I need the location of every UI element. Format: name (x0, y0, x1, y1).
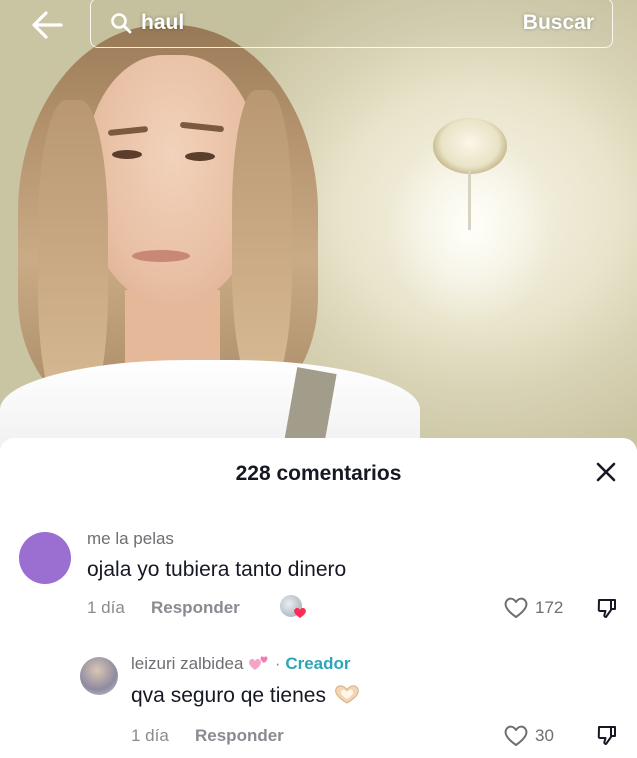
reply-button[interactable]: Responder (195, 726, 284, 746)
mouth (132, 250, 190, 262)
comment-time: 1 día (131, 726, 169, 745)
heart-outline-icon (504, 597, 528, 618)
avatar[interactable] (19, 532, 71, 584)
like-count: 172 (535, 597, 564, 617)
thumbs-down-icon[interactable] (596, 724, 618, 746)
like-button[interactable]: 30 (503, 724, 554, 747)
comment-text-line: qva seguro qe tienes (131, 683, 362, 708)
hair-strand-right (232, 90, 292, 390)
back-button[interactable] (28, 6, 66, 44)
heart-hands-emoji-icon (334, 685, 359, 704)
left-eye (112, 150, 142, 159)
search-submit-button[interactable]: Buscar (523, 11, 594, 35)
avatar[interactable] (80, 657, 118, 695)
right-eye (185, 152, 215, 161)
like-button[interactable]: 172 (503, 596, 563, 619)
ceiling-light (433, 118, 507, 174)
search-query[interactable]: haul (141, 11, 523, 35)
video-frame[interactable] (0, 0, 637, 450)
like-count: 30 (535, 725, 554, 745)
comments-sheet: 228 comentarios me la pelas ojala yo tub… (0, 438, 637, 758)
search-bar[interactable]: haul Buscar (90, 0, 613, 48)
close-icon[interactable] (594, 460, 618, 484)
hearts-emoji-icon (249, 656, 268, 670)
creator-liked-avatar (280, 595, 306, 618)
comment-time: 1 día (87, 598, 125, 617)
comment-text: qva seguro qe tienes (131, 684, 326, 707)
thumbs-down-icon[interactable] (596, 597, 618, 619)
heart-outline-icon (504, 725, 528, 746)
magnifier-icon (109, 11, 133, 35)
comment-username-line: leizuri zalbidea · Creador (131, 654, 351, 674)
person-shirt (0, 360, 420, 450)
reply-button[interactable]: Responder (151, 598, 240, 618)
comments-count-title: 228 comentarios (235, 462, 402, 485)
heart-badge-icon (294, 607, 306, 618)
comment-text: ojala yo tubiera tanto dinero (87, 558, 347, 581)
comment-username[interactable]: leizuri zalbidea (131, 654, 243, 673)
ceiling-light-cord (468, 170, 471, 230)
separator-dot: · (274, 654, 281, 673)
creator-badge: Creador (285, 654, 351, 673)
arrow-left-icon (32, 11, 63, 39)
comment-username[interactable]: me la pelas (87, 529, 174, 549)
